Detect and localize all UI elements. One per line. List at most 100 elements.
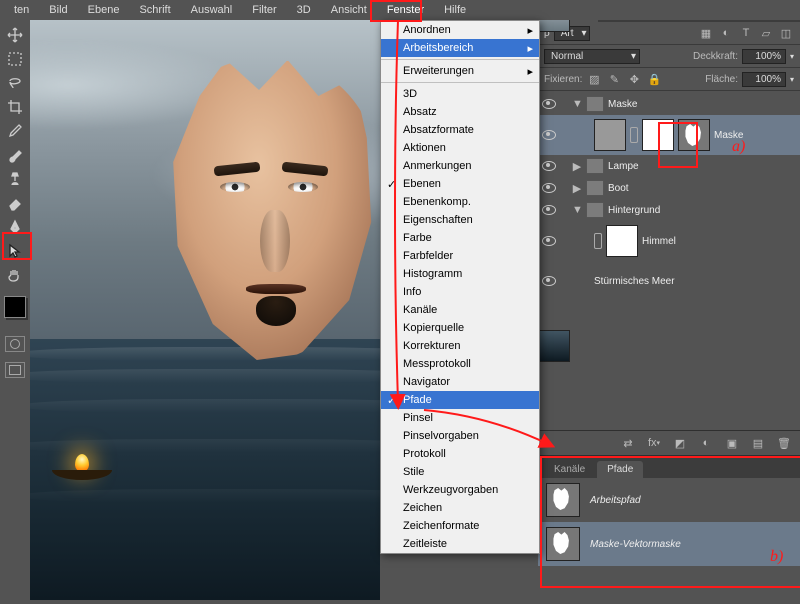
group-icon[interactable]: ▣ bbox=[724, 435, 740, 451]
path-name[interactable]: Maske-Vektormaske bbox=[590, 539, 681, 550]
menu-row-ebenenkomp.[interactable]: Ebenenkomp. bbox=[381, 193, 539, 211]
menu-item[interactable]: Filter bbox=[242, 2, 286, 18]
menu-item[interactable]: 3D bbox=[287, 2, 321, 18]
path-row[interactable]: Arbeitspfad bbox=[538, 478, 800, 522]
menu-row-pinselvorgaben[interactable]: Pinselvorgaben bbox=[381, 427, 539, 445]
layer-row[interactable]: Himmel bbox=[538, 221, 800, 261]
disclosure-icon[interactable]: ▶ bbox=[572, 160, 582, 173]
menu-row-farbe[interactable]: Farbe bbox=[381, 229, 539, 247]
menu-row-zeitleiste[interactable]: Zeitleiste bbox=[381, 535, 539, 553]
menu-row-farbfelder[interactable]: Farbfelder bbox=[381, 247, 539, 265]
lock-pixels-icon[interactable]: ✎ bbox=[606, 71, 622, 87]
filter-pixel-icon[interactable]: ▦ bbox=[698, 25, 714, 41]
path-select-tool-icon[interactable] bbox=[4, 240, 26, 262]
trash-icon[interactable]: 🗑 bbox=[776, 435, 792, 451]
disclosure-icon[interactable]: ▶ bbox=[572, 182, 582, 195]
menu-item[interactable]: Bild bbox=[39, 2, 77, 18]
menu-item[interactable]: Auswahl bbox=[181, 2, 243, 18]
layer-name[interactable]: Lampe bbox=[608, 161, 639, 172]
disclosure-icon[interactable]: ▼ bbox=[572, 98, 582, 110]
menu-row-anmerkungen[interactable]: Anmerkungen bbox=[381, 157, 539, 175]
hand-tool-icon[interactable] bbox=[4, 264, 26, 286]
eraser-tool-icon[interactable] bbox=[4, 192, 26, 214]
menu-row-pinsel[interactable]: Pinsel bbox=[381, 409, 539, 427]
filter-smart-icon[interactable]: ◫ bbox=[778, 25, 794, 41]
menu-row-eigenschaften[interactable]: Eigenschaften bbox=[381, 211, 539, 229]
brush-tool-icon[interactable] bbox=[4, 144, 26, 166]
visibility-toggle[interactable] bbox=[538, 205, 560, 215]
menu-row-kanäle[interactable]: Kanäle bbox=[381, 301, 539, 319]
menu-row-aktionen[interactable]: Aktionen bbox=[381, 139, 539, 157]
visibility-toggle[interactable] bbox=[538, 99, 560, 109]
visibility-toggle[interactable] bbox=[538, 161, 560, 171]
disclosure-icon[interactable]: ▼ bbox=[572, 204, 582, 216]
menu-item[interactable]: Ansicht bbox=[321, 2, 377, 18]
menu-row-protokoll[interactable]: Protokoll bbox=[381, 445, 539, 463]
lasso-tool-icon[interactable] bbox=[4, 72, 26, 94]
path-row[interactable]: Maske-Vektormaske bbox=[538, 522, 800, 566]
menu-row-anordnen[interactable]: Anordnen bbox=[381, 21, 539, 39]
menu-item[interactable]: ten bbox=[4, 2, 39, 18]
menu-row-zeichen[interactable]: Zeichen bbox=[381, 499, 539, 517]
document-canvas[interactable] bbox=[30, 20, 380, 600]
layer-row[interactable]: Maske bbox=[538, 115, 800, 155]
filter-shape-icon[interactable]: ▱ bbox=[758, 25, 774, 41]
menu-row-absatz[interactable]: Absatz bbox=[381, 103, 539, 121]
mask-icon[interactable]: ◩ bbox=[672, 435, 688, 451]
layer-name[interactable]: Hintergrund bbox=[608, 205, 660, 216]
menu-item[interactable]: Hilfe bbox=[434, 2, 476, 18]
layer-thumb[interactable] bbox=[538, 330, 570, 362]
lock-transparent-icon[interactable]: ▨ bbox=[586, 71, 602, 87]
visibility-toggle[interactable] bbox=[538, 276, 560, 286]
menu-row-messprotokoll[interactable]: Messprotokoll bbox=[381, 355, 539, 373]
link-layers-icon[interactable]: ⇄ bbox=[620, 435, 636, 451]
menu-row-stile[interactable]: Stile bbox=[381, 463, 539, 481]
visibility-toggle[interactable] bbox=[538, 183, 560, 193]
layer-row[interactable]: Stürmisches Meer bbox=[538, 261, 800, 301]
fx-icon[interactable]: fx▾ bbox=[646, 435, 662, 451]
fill-field[interactable]: 100% bbox=[742, 72, 786, 87]
tab-pfade[interactable]: Pfade bbox=[597, 461, 643, 478]
menu-row-korrekturen[interactable]: Korrekturen bbox=[381, 337, 539, 355]
menu-row-werkzeugvorgaben[interactable]: Werkzeugvorgaben bbox=[381, 481, 539, 499]
filter-type-icon[interactable]: T bbox=[738, 25, 754, 41]
menu-row-absatzformate[interactable]: Absatzformate bbox=[381, 121, 539, 139]
layer-thumb[interactable] bbox=[594, 119, 626, 151]
menu-row-pfade[interactable]: Pfade bbox=[381, 391, 539, 409]
screenmode-icon[interactable] bbox=[5, 362, 25, 378]
marquee-tool-icon[interactable] bbox=[4, 48, 26, 70]
menu-row-kopierquelle[interactable]: Kopierquelle bbox=[381, 319, 539, 337]
crop-tool-icon[interactable] bbox=[4, 96, 26, 118]
lock-position-icon[interactable]: ✥ bbox=[626, 71, 642, 87]
menu-item[interactable]: Schrift bbox=[129, 2, 180, 18]
tab-kanaele[interactable]: Kanäle bbox=[544, 461, 595, 478]
eyedropper-tool-icon[interactable] bbox=[4, 120, 26, 142]
menu-row-ebenen[interactable]: Ebenen bbox=[381, 175, 539, 193]
pen-tool-icon[interactable] bbox=[4, 216, 26, 238]
layer-name[interactable]: Maske bbox=[608, 99, 637, 110]
quickmask-icon[interactable] bbox=[5, 336, 25, 352]
menu-item-fenster[interactable]: Fenster bbox=[377, 2, 434, 18]
mask-thumb[interactable] bbox=[606, 225, 638, 257]
layer-name[interactable]: Boot bbox=[608, 183, 629, 194]
clone-tool-icon[interactable] bbox=[4, 168, 26, 190]
menu-row-info[interactable]: Info bbox=[381, 283, 539, 301]
foreground-color-swatch[interactable] bbox=[4, 296, 26, 318]
new-layer-icon[interactable]: ▤ bbox=[750, 435, 766, 451]
move-tool-icon[interactable] bbox=[4, 24, 26, 46]
path-name[interactable]: Arbeitspfad bbox=[590, 495, 641, 506]
layer-name[interactable]: Himmel bbox=[642, 236, 676, 247]
lock-all-icon[interactable]: 🔒 bbox=[646, 71, 662, 87]
menu-row-erweiterungen[interactable]: Erweiterungen bbox=[381, 62, 539, 80]
menu-row-3d[interactable]: 3D bbox=[381, 85, 539, 103]
visibility-toggle[interactable] bbox=[538, 130, 560, 140]
menu-row-arbeitsbereich[interactable]: Arbeitsbereich bbox=[381, 39, 539, 57]
layer-name[interactable]: Stürmisches Meer bbox=[594, 276, 675, 287]
adjustment-icon[interactable]: ◐ bbox=[698, 435, 714, 451]
vector-mask-thumb[interactable] bbox=[678, 119, 710, 151]
opacity-field[interactable]: 100% bbox=[742, 49, 786, 64]
filter-adjust-icon[interactable]: ◐ bbox=[718, 25, 734, 41]
menu-item[interactable]: Ebene bbox=[78, 2, 130, 18]
blend-mode-select[interactable]: Normal bbox=[544, 49, 640, 64]
menu-row-histogramm[interactable]: Histogramm bbox=[381, 265, 539, 283]
